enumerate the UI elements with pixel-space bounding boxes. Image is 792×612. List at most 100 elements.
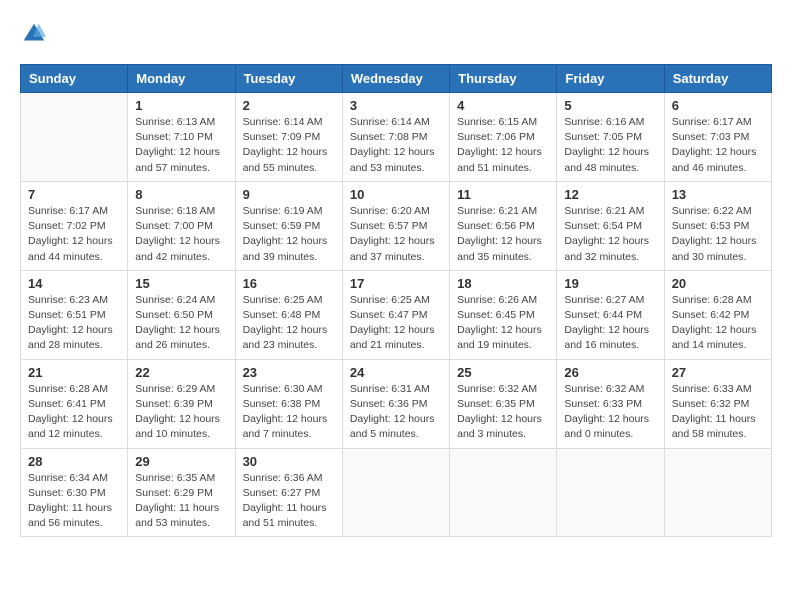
day-number: 10	[350, 187, 442, 202]
calendar-cell: 6Sunrise: 6:17 AMSunset: 7:03 PMDaylight…	[664, 93, 771, 182]
day-info: Sunrise: 6:31 AMSunset: 6:36 PMDaylight:…	[350, 382, 442, 443]
day-number: 19	[564, 276, 656, 291]
day-number: 3	[350, 98, 442, 113]
day-number: 29	[135, 454, 227, 469]
day-number: 18	[457, 276, 549, 291]
calendar-cell	[664, 448, 771, 537]
day-info: Sunrise: 6:33 AMSunset: 6:32 PMDaylight:…	[672, 382, 764, 443]
day-number: 14	[28, 276, 120, 291]
calendar-cell: 12 Sunrise: 6:21 AMSunset: 6:54 PMDayligh…	[557, 181, 664, 270]
day-number: 26	[564, 365, 656, 380]
day-info: Sunrise: 6:21 AMSunset: 6:54 PMDaylight:…	[564, 204, 656, 265]
day-number: 17	[350, 276, 442, 291]
day-info: Sunrise: 6:14 AMSunset: 7:08 PMDaylight:…	[350, 115, 442, 176]
day-info: Sunrise: 6:32 AMSunset: 6:35 PMDaylight:…	[457, 382, 549, 443]
day-number: 24	[350, 365, 442, 380]
day-info: Sunrise: 6:28 AMSunset: 6:41 PMDaylight:…	[28, 382, 120, 443]
weekday-header-friday: Friday	[557, 65, 664, 93]
day-info: Sunrise: 6:22 AMSunset: 6:53 PMDaylight:…	[672, 204, 764, 265]
day-number: 5	[564, 98, 656, 113]
calendar-cell	[450, 448, 557, 537]
day-number: 8	[135, 187, 227, 202]
calendar-cell: 13 Sunrise: 6:22 AMSunset: 6:53 PMDayligh…	[664, 181, 771, 270]
calendar-cell: 9 Sunrise: 6:19 AMSunset: 6:59 PMDaylight…	[235, 181, 342, 270]
day-info: Sunrise: 6:17 AMSunset: 7:02 PMDaylight:…	[28, 204, 120, 265]
day-number: 16	[243, 276, 335, 291]
day-info: Sunrise: 6:26 AMSunset: 6:45 PMDaylight:…	[457, 293, 549, 354]
day-number: 21	[28, 365, 120, 380]
day-info: Sunrise: 6:30 AMSunset: 6:38 PMDaylight:…	[243, 382, 335, 443]
day-info: Sunrise: 6:27 AMSunset: 6:44 PMDaylight:…	[564, 293, 656, 354]
weekday-header-sunday: Sunday	[21, 65, 128, 93]
day-number: 30	[243, 454, 335, 469]
day-info: Sunrise: 6:36 AMSunset: 6:27 PMDaylight:…	[243, 471, 335, 532]
calendar-cell: 30 Sunrise: 6:36 AMSunset: 6:27 PMDayligh…	[235, 448, 342, 537]
calendar-cell: 22Sunrise: 6:29 AMSunset: 6:39 PMDayligh…	[128, 359, 235, 448]
page-header	[20, 20, 772, 48]
day-info: Sunrise: 6:17 AMSunset: 7:03 PMDaylight:…	[672, 115, 764, 176]
day-number: 27	[672, 365, 764, 380]
calendar-cell: 4 Sunrise: 6:15 AMSunset: 7:06 PMDaylight…	[450, 93, 557, 182]
day-info: Sunrise: 6:21 AMSunset: 6:56 PMDaylight:…	[457, 204, 549, 265]
calendar-table: SundayMondayTuesdayWednesdayThursdayFrid…	[20, 64, 772, 537]
day-number: 9	[243, 187, 335, 202]
weekday-header-saturday: Saturday	[664, 65, 771, 93]
weekday-header-tuesday: Tuesday	[235, 65, 342, 93]
day-number: 23	[243, 365, 335, 380]
day-info: Sunrise: 6:16 AMSunset: 7:05 PMDaylight:…	[564, 115, 656, 176]
calendar-cell: 2 Sunrise: 6:14 AMSunset: 7:09 PMDaylight…	[235, 93, 342, 182]
calendar-cell: 5 Sunrise: 6:16 AMSunset: 7:05 PMDaylight…	[557, 93, 664, 182]
week-row-3: 14 Sunrise: 6:23 AMSunset: 6:51 PMDayligh…	[21, 270, 772, 359]
calendar-cell: 14 Sunrise: 6:23 AMSunset: 6:51 PMDayligh…	[21, 270, 128, 359]
logo	[20, 20, 54, 48]
calendar-cell: 28 Sunrise: 6:34 AMSunset: 6:30 PMDayligh…	[21, 448, 128, 537]
day-info: Sunrise: 6:34 AMSunset: 6:30 PMDaylight:…	[28, 471, 120, 532]
week-row-5: 28 Sunrise: 6:34 AMSunset: 6:30 PMDayligh…	[21, 448, 772, 537]
day-info: Sunrise: 6:29 AMSunset: 6:39 PMDaylight:…	[135, 382, 227, 443]
calendar-cell: 1Sunrise: 6:13 AMSunset: 7:10 PMDaylight…	[128, 93, 235, 182]
calendar-cell: 16 Sunrise: 6:25 AMSunset: 6:48 PMDayligh…	[235, 270, 342, 359]
calendar-cell: 23 Sunrise: 6:30 AMSunset: 6:38 PMDayligh…	[235, 359, 342, 448]
day-number: 7	[28, 187, 120, 202]
day-info: Sunrise: 6:24 AMSunset: 6:50 PMDaylight:…	[135, 293, 227, 354]
day-info: Sunrise: 6:15 AMSunset: 7:06 PMDaylight:…	[457, 115, 549, 176]
weekday-header-monday: Monday	[128, 65, 235, 93]
calendar-cell: 11Sunrise: 6:21 AMSunset: 6:56 PMDayligh…	[450, 181, 557, 270]
calendar-cell: 27 Sunrise: 6:33 AMSunset: 6:32 PMDayligh…	[664, 359, 771, 448]
day-number: 28	[28, 454, 120, 469]
day-info: Sunrise: 6:18 AMSunset: 7:00 PMDaylight:…	[135, 204, 227, 265]
calendar-cell: 19 Sunrise: 6:27 AMSunset: 6:44 PMDayligh…	[557, 270, 664, 359]
calendar-cell: 3 Sunrise: 6:14 AMSunset: 7:08 PMDaylight…	[342, 93, 449, 182]
day-info: Sunrise: 6:25 AMSunset: 6:48 PMDaylight:…	[243, 293, 335, 354]
weekday-header-wednesday: Wednesday	[342, 65, 449, 93]
day-number: 13	[672, 187, 764, 202]
day-number: 1	[135, 98, 227, 113]
day-info: Sunrise: 6:14 AMSunset: 7:09 PMDaylight:…	[243, 115, 335, 176]
day-number: 4	[457, 98, 549, 113]
calendar-cell: 24 Sunrise: 6:31 AMSunset: 6:36 PMDayligh…	[342, 359, 449, 448]
calendar-cell: 25Sunrise: 6:32 AMSunset: 6:35 PMDayligh…	[450, 359, 557, 448]
day-info: Sunrise: 6:19 AMSunset: 6:59 PMDaylight:…	[243, 204, 335, 265]
day-number: 15	[135, 276, 227, 291]
weekday-header-thursday: Thursday	[450, 65, 557, 93]
calendar-cell: 26Sunrise: 6:32 AMSunset: 6:33 PMDayligh…	[557, 359, 664, 448]
day-info: Sunrise: 6:23 AMSunset: 6:51 PMDaylight:…	[28, 293, 120, 354]
calendar-cell: 17 Sunrise: 6:25 AMSunset: 6:47 PMDayligh…	[342, 270, 449, 359]
day-number: 12	[564, 187, 656, 202]
calendar-cell: 10 Sunrise: 6:20 AMSunset: 6:57 PMDayligh…	[342, 181, 449, 270]
day-info: Sunrise: 6:20 AMSunset: 6:57 PMDaylight:…	[350, 204, 442, 265]
week-row-2: 7 Sunrise: 6:17 AMSunset: 7:02 PMDaylight…	[21, 181, 772, 270]
calendar-cell: 8 Sunrise: 6:18 AMSunset: 7:00 PMDaylight…	[128, 181, 235, 270]
day-info: Sunrise: 6:25 AMSunset: 6:47 PMDaylight:…	[350, 293, 442, 354]
day-number: 2	[243, 98, 335, 113]
calendar-cell	[557, 448, 664, 537]
calendar-cell: 7 Sunrise: 6:17 AMSunset: 7:02 PMDaylight…	[21, 181, 128, 270]
calendar-cell: 18 Sunrise: 6:26 AMSunset: 6:45 PMDayligh…	[450, 270, 557, 359]
week-row-1: 1Sunrise: 6:13 AMSunset: 7:10 PMDaylight…	[21, 93, 772, 182]
calendar-cell: 29Sunrise: 6:35 AMSunset: 6:29 PMDayligh…	[128, 448, 235, 537]
week-row-4: 21 Sunrise: 6:28 AMSunset: 6:41 PMDayligh…	[21, 359, 772, 448]
calendar-cell	[21, 93, 128, 182]
calendar-cell: 20Sunrise: 6:28 AMSunset: 6:42 PMDayligh…	[664, 270, 771, 359]
calendar-cell: 21 Sunrise: 6:28 AMSunset: 6:41 PMDayligh…	[21, 359, 128, 448]
logo-icon	[20, 20, 48, 48]
